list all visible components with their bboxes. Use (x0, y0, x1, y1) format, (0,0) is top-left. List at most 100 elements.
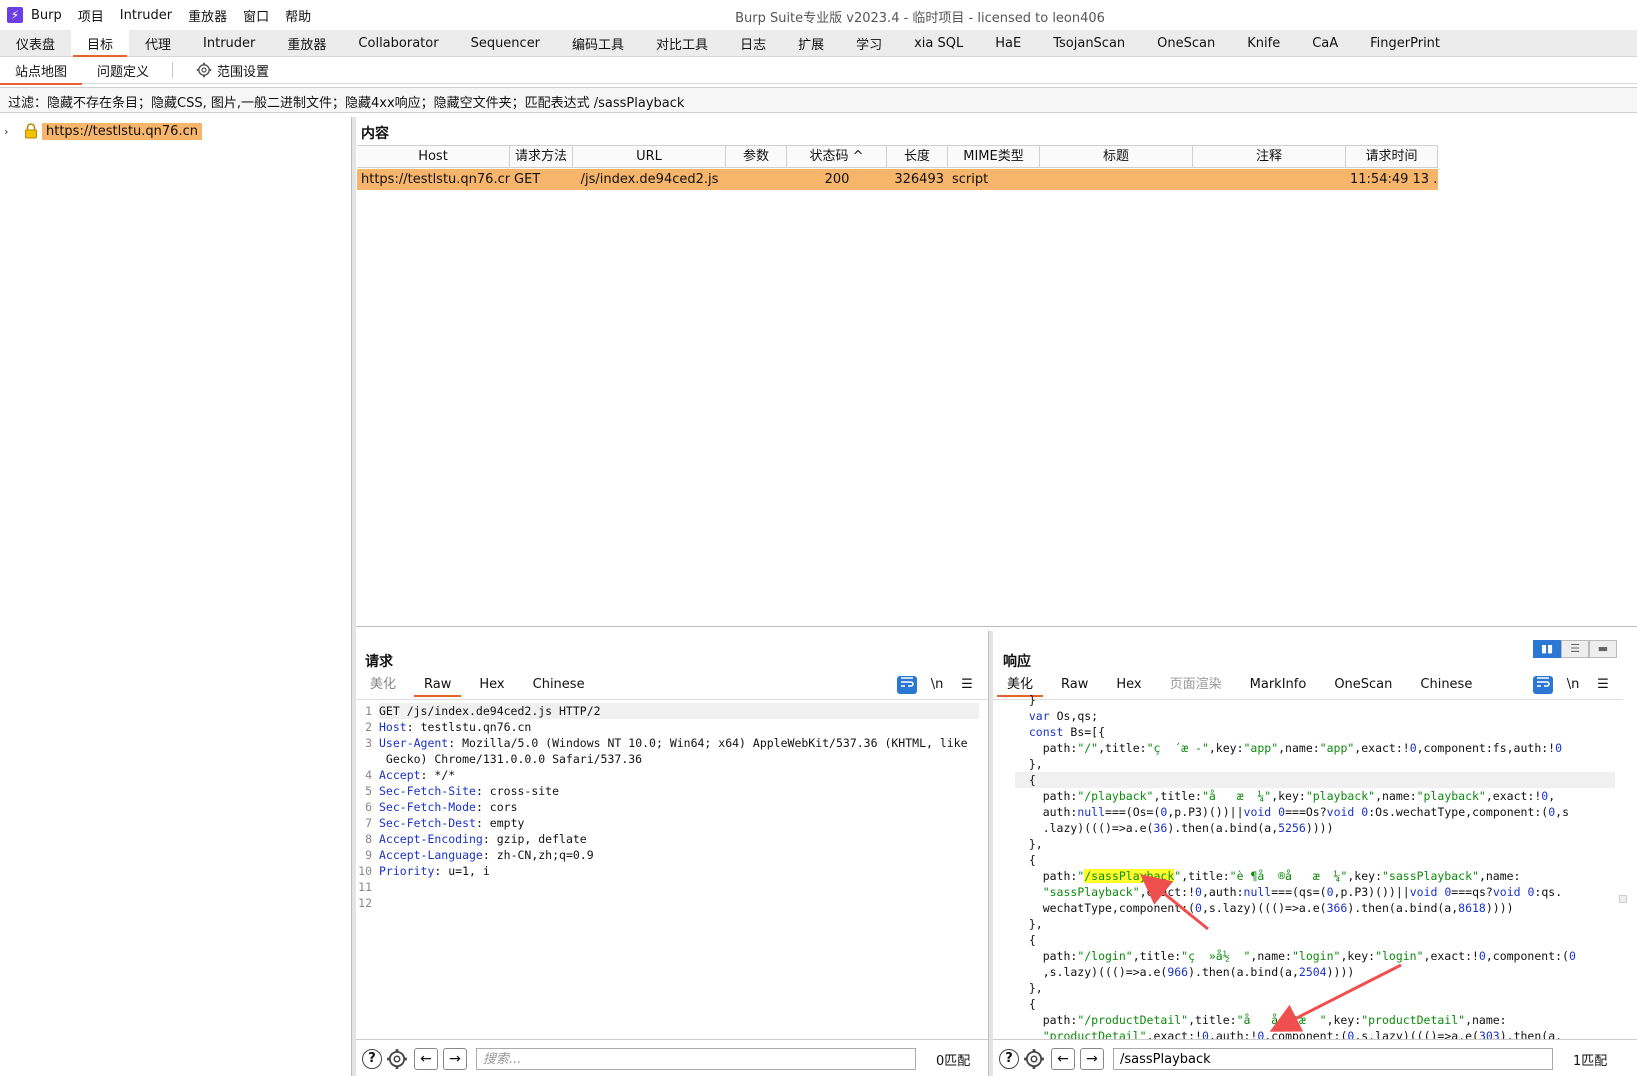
main-tab[interactable]: TsojanScan (1037, 30, 1141, 56)
column-header[interactable]: URL (573, 146, 726, 167)
arrow-left-icon[interactable]: ← (414, 1048, 438, 1070)
header-name: User-Agent (379, 736, 449, 750)
column-header[interactable]: 标题 (1040, 146, 1193, 167)
main-tab[interactable]: xia SQL (898, 30, 979, 56)
request-editor-tabs: 美化 Raw Hex Chinese (356, 675, 599, 697)
header-name: Sec-Fetch-Mode (379, 800, 476, 814)
tab-scope-settings[interactable]: 范围设置 (181, 57, 284, 84)
divider (172, 62, 174, 78)
main-tab[interactable]: 学习 (840, 30, 898, 56)
menu-repeater[interactable]: 重放器 (180, 6, 235, 25)
layout-stack-icon[interactable]: ☰ (1561, 640, 1589, 658)
tab-site-map[interactable]: 站点地图 (0, 57, 83, 85)
arrow-left-icon[interactable]: ← (1051, 1048, 1075, 1070)
wrap-icon[interactable] (897, 676, 917, 694)
tree-node[interactable]: › https://testlstu.qn76.cn (4, 121, 202, 141)
line-number: 11 (358, 880, 372, 894)
response-search-input[interactable] (1113, 1048, 1553, 1070)
menu-icon[interactable]: ☰ (957, 676, 977, 694)
main-tab[interactable]: 代理 (129, 30, 187, 56)
editor-tab[interactable]: Raw (410, 675, 465, 697)
main-tab[interactable]: 目标 (71, 30, 130, 57)
column-header[interactable]: Host (357, 146, 510, 167)
main-tab[interactable]: 仪表盘 (0, 30, 71, 56)
column-header[interactable]: 注释 (1193, 146, 1346, 167)
layout-toggle[interactable]: ▮▮ ☰ ▬ (1533, 640, 1617, 658)
table-cell (726, 169, 787, 190)
header-name: Sec-Fetch-Dest (379, 816, 476, 830)
editor-tab[interactable]: 美化 (356, 675, 410, 697)
code-line: ,s.lazy)((()=>a.e(966).then(a.bind(a,250… (1015, 965, 1355, 979)
request-code[interactable]: GET /js/index.de94ced2.js HTTP/2 Host: te… (379, 703, 979, 911)
header-value: empty (482, 816, 525, 830)
help-icon[interactable]: ? (999, 1049, 1019, 1069)
column-header[interactable]: MIME类型 (948, 146, 1040, 167)
code-line: Host: testlstu.qn76.cn (379, 720, 532, 734)
main-tab[interactable]: 日志 (724, 30, 782, 56)
main-tab[interactable]: FingerPrint (1354, 30, 1456, 56)
code-line: }, (1015, 837, 1043, 851)
arrow-right-icon[interactable]: → (1080, 1048, 1104, 1070)
line-number: 6 (365, 800, 372, 814)
layout-split-icon[interactable]: ▮▮ (1533, 640, 1561, 658)
code-line: { (1015, 773, 1036, 787)
newline-toggle[interactable]: \n (927, 676, 947, 694)
editor-tab[interactable]: Hex (465, 675, 518, 697)
chevron-right-icon[interactable]: › (4, 125, 16, 138)
menu-help[interactable]: 帮助 (277, 6, 319, 25)
header-value: GET /js/index.de94ced2.js HTTP/2 (379, 704, 601, 718)
header-name: Sec-Fetch-Site (379, 784, 476, 798)
code-line: Accept-Language: zh-CN,zh;q=0.9 (379, 848, 594, 862)
main-tab[interactable]: HaE (979, 30, 1037, 56)
main-tab[interactable]: CaA (1296, 30, 1354, 56)
code-line: GET /js/index.de94ced2.js HTTP/2 (379, 703, 979, 719)
main-tab[interactable]: Knife (1231, 30, 1296, 56)
arrow-right-icon[interactable]: → (443, 1048, 467, 1070)
header-name: Accept-Encoding (379, 832, 483, 846)
response-code[interactable]: } var Os,qs; const Bs=[{ path:"/",title:… (1015, 692, 1615, 1039)
main-tab[interactable]: 对比工具 (640, 30, 724, 56)
line-number: 5 (365, 784, 372, 798)
table-row[interactable]: https://testlstu.qn76.cn GET/js/index.de9… (357, 169, 1438, 190)
main-tab[interactable]: OneScan (1141, 30, 1231, 56)
main-tab[interactable]: Intruder (187, 30, 271, 56)
column-header[interactable]: 状态码 ^ (787, 146, 887, 167)
menu-burp[interactable]: Burp (23, 8, 70, 23)
tab-issue-definitions[interactable]: 问题定义 (82, 57, 164, 84)
gear-icon[interactable] (1023, 1048, 1045, 1070)
response-title: 响应 (1003, 654, 1031, 670)
column-header[interactable]: 请求时间 (1346, 146, 1438, 167)
line-number: 1 (365, 704, 372, 718)
tree-host-label[interactable]: https://testlstu.qn76.cn (42, 122, 202, 140)
gear-icon (196, 62, 212, 78)
layout-single-icon[interactable]: ▬ (1589, 640, 1617, 658)
gear-icon[interactable] (386, 1048, 408, 1070)
menu-window[interactable]: 窗口 (235, 6, 277, 25)
column-header[interactable]: 长度 (887, 146, 948, 167)
main-tab[interactable]: 扩展 (782, 30, 840, 56)
menu-project[interactable]: 项目 (70, 6, 112, 25)
menu-intruder[interactable]: Intruder (112, 8, 180, 23)
scope-settings-label: 范围设置 (217, 64, 270, 80)
main-tab[interactable]: Collaborator (342, 30, 454, 56)
content-pane: 内容 Host 请求方法 URL 参数 状态码 ^ 长度 MIME类型 标题 注释 请求时间 ht… (356, 117, 1637, 627)
code-line: var Os,qs; (1028, 709, 1099, 723)
header-value: gzip, deflate (489, 832, 587, 846)
main-tab[interactable]: 重放器 (271, 30, 342, 56)
line-number: 12 (358, 896, 372, 910)
request-search-input[interactable] (476, 1048, 916, 1070)
editor-tab[interactable]: Chinese (519, 675, 599, 697)
request-pane: 请求 美化 Raw Hex Chinese \n ☰ 1 2 3 4 5 6 7 8 9 10 11 12 … (356, 631, 989, 1076)
column-header[interactable]: 参数 (726, 146, 787, 167)
code-line: .lazy)((()=>a.e(36).then(a.bind(a,5256))… (1015, 821, 1334, 835)
main-tab[interactable]: 编码工具 (556, 30, 640, 56)
help-icon[interactable]: ? (362, 1049, 382, 1069)
table-cell: 11:54:49 13 ... (1350, 172, 1438, 187)
column-header[interactable]: 请求方法 (510, 146, 573, 167)
line-gutter: 1 2 3 4 5 6 7 8 9 10 11 12 (356, 703, 372, 911)
table-cell: script (952, 172, 989, 187)
filter-bar[interactable]: 过滤：隐藏不存在条目；隐藏CSS, 图片,一般二进制文件；隐藏4xx响应；隐藏空… (0, 87, 1637, 113)
main-tab[interactable]: Sequencer (455, 30, 556, 56)
